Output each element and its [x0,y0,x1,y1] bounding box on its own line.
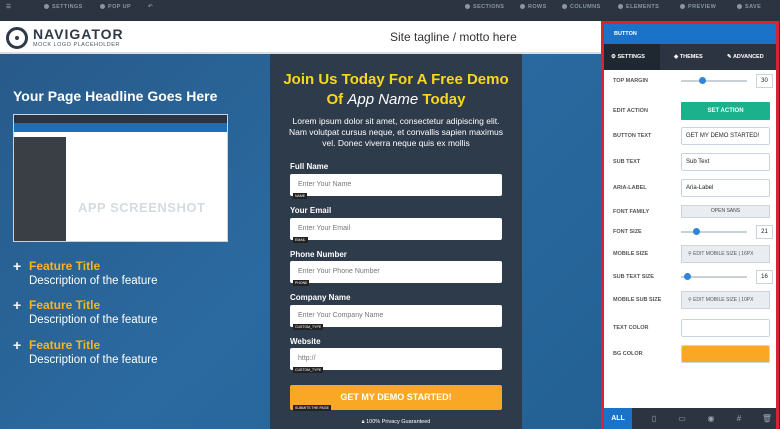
ship-wheel-icon [6,27,28,49]
bg-color-row: BG COLOR [613,345,773,363]
slider-handle[interactable] [683,273,691,280]
field-label: Full Name [290,162,329,171]
field-tag: EMAIL [293,237,308,243]
form-heading: Join Us Today For A Free Demo Of App Nam… [283,71,509,108]
sub-text-size-row: SUB TEXT SIZE 16 [613,268,773,286]
top-margin-input[interactable]: 30 [756,74,773,88]
sub-text-size-slider[interactable] [681,273,747,280]
app-screenshot-placeholder: APP SCREENSHOT [13,114,228,242]
field-tag: PHONE [293,280,310,286]
phone-input[interactable]: Enter Your Phone Number [290,261,502,283]
mobile-icon[interactable]: ▯ [640,408,668,429]
form-paragraph: Lorem ipsum dolor sit amet, consectetur … [288,116,504,148]
save-button[interactable]: SAVE [737,4,761,10]
feature-description: Description of the feature [29,354,158,366]
sections-button[interactable]: SECTIONS [465,4,504,10]
screenshot-label: APP SCREENSHOT [78,200,206,215]
plus-icon: + [13,337,22,353]
font-size-input[interactable]: 21 [756,225,773,239]
desktop-icon[interactable]: ▭ [668,408,696,429]
set-action-button[interactable]: SET ACTION [681,102,770,120]
rows-icon [520,4,525,9]
privacy-note: 🔒︎ 100% Privacy Guaranteed [361,419,431,425]
button-text-row: BUTTON TEXT GET MY DEMO STARTED! [613,127,773,145]
feature-title: Feature Title [29,259,101,273]
mobile-size-row: MOBILE SIZE ⚲ EDIT MOBILE SIZE | 16PX [613,245,773,263]
top-margin-slider[interactable] [681,77,747,84]
cta-tag: SUBMITS THE PAGE [293,405,331,411]
field-label: Phone Number [290,250,347,259]
feature-title: Feature Title [29,338,101,352]
panel-tabs: ⚙ SETTINGS ◈ THEMES ✎ ADVANCED [604,44,776,70]
preview-button[interactable]: PREVIEW [680,4,716,10]
field-label: Your Email [290,206,332,215]
page-header: NAVIGATOR MOCK LOGO PLACEHOLDER Site tag… [0,21,601,54]
font-family-row: FONT FAMILY OPEN SANS [613,203,773,221]
panel-footer: ALL ▯ ▭ ◉ # 🗑︎ [604,408,776,429]
hero-section: Your Page Headline Goes Here APP SCREENS… [0,54,601,429]
sub-text-size-input[interactable]: 16 [756,270,773,284]
popup-icon [100,4,105,9]
tab-themes[interactable]: ◈ THEMES [674,54,703,60]
plus-icon: + [13,258,22,274]
logo-title: NAVIGATOR [33,26,124,42]
popup-button[interactable]: POP UP [100,4,131,10]
sub-text-input[interactable]: Sub Text [681,153,770,171]
eye-icon [680,4,685,9]
field-label: Website [290,337,321,346]
font-family-select[interactable]: OPEN SANS [681,205,770,218]
rows-button[interactable]: ROWS [520,4,547,10]
font-size-row: FONT SIZE 21 [613,223,773,241]
edit-mobile-sub-size-button[interactable]: ⚲ EDIT MOBILE SIZE | 10PX [681,291,770,309]
aria-label-input[interactable]: Aria-Label [681,179,770,197]
edit-action-row: EDIT ACTION SET ACTION [613,102,773,120]
tab-settings[interactable]: ⚙ SETTINGS [604,44,660,70]
tab-advanced[interactable]: ✎ ADVANCED [727,54,764,60]
sections-icon [465,4,470,9]
gear-icon [44,4,49,9]
trash-icon[interactable]: 🗑︎ [753,408,780,429]
hash-icon[interactable]: # [725,408,753,429]
top-toolbar: ☰ SETTINGS POP UP ↶ SECTIONS ROWS COLUMN… [0,0,780,14]
save-icon [737,4,742,9]
field-tag: NAME [293,193,308,199]
signup-form-panel: Join Us Today For A Free Demo Of App Nam… [270,54,522,429]
field-label: Company Name [290,293,351,302]
menu-icon[interactable]: ☰ [6,4,11,10]
full-name-input[interactable]: Enter Your Name [290,174,502,196]
text-color-row: TEXT COLOR [613,319,773,337]
columns-icon [562,4,567,9]
font-size-slider[interactable] [681,228,747,235]
email-input[interactable]: Enter Your Email [290,218,502,240]
top-margin-row: TOP MARGIN 30 [613,72,773,90]
feature-title: Feature Title [29,298,101,312]
aria-label-row: ARIA-LABEL Aria-Label [613,179,773,197]
undo-icon[interactable]: ↶ [148,4,153,10]
edit-mobile-size-button[interactable]: ⚲ EDIT MOBILE SIZE | 16PX [681,245,770,263]
feature-description: Description of the feature [29,275,158,287]
all-devices-button[interactable]: ALL [604,408,632,429]
page-headline: Your Page Headline Goes Here [13,88,218,104]
mobile-sub-size-row: MOBILE SUB SIZE ⚲ EDIT MOBILE SIZE | 10P… [613,291,773,309]
elements-button[interactable]: ELEMENTS [618,4,659,10]
text-color-swatch[interactable] [681,319,770,337]
field-tag: CUSTOM_TYPE [293,324,324,330]
eye-icon[interactable]: ◉ [697,408,725,429]
field-tag: CUSTOM_TYPE [293,367,324,373]
plus-icon: + [13,297,22,313]
button-settings-panel: BUTTON ⚙ SETTINGS ◈ THEMES ✎ ADVANCED TO… [601,21,779,429]
bg-color-swatch[interactable] [681,345,770,363]
elements-icon [618,4,623,9]
slider-handle[interactable] [698,77,706,84]
button-text-input[interactable]: GET MY DEMO STARTED! [681,127,770,145]
logo-subtitle: MOCK LOGO PLACEHOLDER [33,42,120,48]
site-tagline: Site tagline / motto here [390,30,517,44]
sub-text-row: SUB TEXT Sub Text [613,153,773,171]
settings-button[interactable]: SETTINGS [44,4,83,10]
slider-handle[interactable] [692,228,700,235]
feature-description: Description of the feature [29,314,158,326]
columns-button[interactable]: COLUMNS [562,4,601,10]
panel-title: BUTTON [604,24,776,44]
